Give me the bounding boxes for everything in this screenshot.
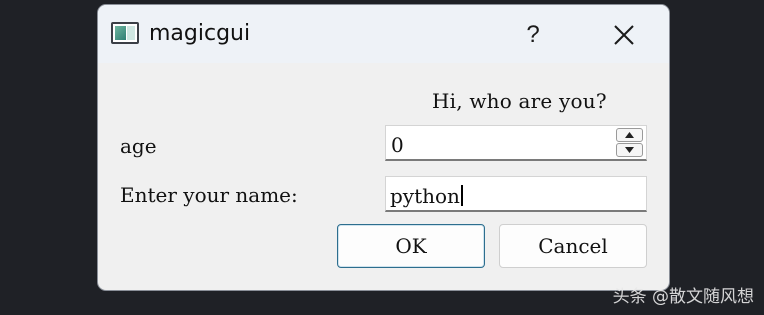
name-label: Enter your name: (120, 183, 298, 207)
app-window-icon (111, 22, 139, 44)
name-input-value[interactable]: python (390, 184, 463, 208)
age-spinbox[interactable]: 0 (385, 125, 647, 161)
spin-up-button[interactable] (616, 128, 643, 142)
watermark-text: 头条 @散文随风想 (612, 287, 754, 307)
name-input[interactable]: python (385, 176, 647, 212)
greeting-label: Hi, who are you? (432, 89, 607, 113)
age-value[interactable]: 0 (391, 133, 404, 157)
spin-down-button[interactable] (616, 143, 643, 157)
help-button[interactable]: ? (508, 15, 558, 55)
ok-button[interactable]: OK (337, 224, 485, 268)
name-text: python (390, 184, 460, 208)
age-label: age (120, 134, 157, 158)
magicgui-dialog: magicgui ? Hi, who are you? age 0 Enter … (97, 4, 670, 291)
triangle-up-icon (625, 132, 634, 138)
cancel-button[interactable]: Cancel (499, 224, 647, 268)
text-caret (460, 185, 463, 206)
window-title: magicgui (149, 21, 251, 46)
close-button[interactable] (595, 15, 653, 55)
triangle-down-icon (625, 147, 634, 153)
desktop-background: magicgui ? Hi, who are you? age 0 Enter … (0, 0, 764, 315)
close-icon (614, 25, 634, 45)
spin-buttons (616, 128, 643, 157)
title-bar[interactable]: magicgui ? (98, 5, 669, 63)
